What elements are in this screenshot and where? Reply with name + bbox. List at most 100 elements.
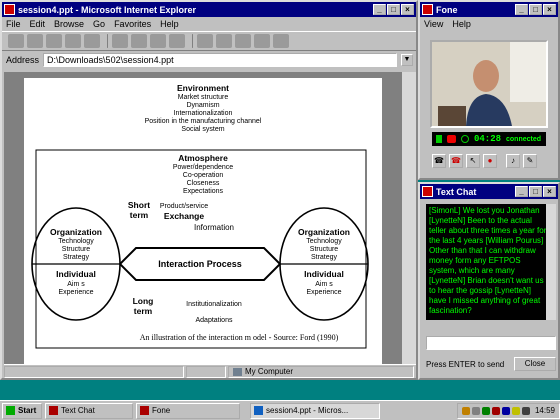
- left-ind-title: Individual: [56, 269, 96, 279]
- status-cell: [186, 365, 226, 378]
- environment-item: Social system: [181, 126, 225, 133]
- microphone-icon[interactable]: ♪: [506, 154, 520, 168]
- task-label: Fone: [152, 406, 171, 415]
- toolbar-separator: [107, 34, 108, 48]
- atmosphere-item: Co-operation: [182, 172, 224, 179]
- record-icon[interactable]: ●: [483, 154, 497, 168]
- task-text-chat[interactable]: Text Chat: [45, 402, 133, 419]
- menu-go[interactable]: Go: [93, 19, 105, 29]
- hangup-icon[interactable]: ☎: [449, 154, 463, 168]
- chat-log[interactable]: [SimonL] We lost you Jonathan [LynetteN]…: [426, 204, 552, 320]
- tray-icon[interactable]: [461, 406, 470, 415]
- stop-icon[interactable]: [46, 34, 62, 48]
- history-icon[interactable]: [150, 34, 166, 48]
- favorites-icon[interactable]: [131, 34, 147, 48]
- font-icon[interactable]: [254, 34, 270, 48]
- maximize-button[interactable]: □: [529, 4, 542, 15]
- mail-icon[interactable]: [216, 34, 232, 48]
- left-org-item: Technology: [58, 238, 94, 245]
- chat-input[interactable]: [426, 336, 556, 350]
- chat-titlebar[interactable]: Text Chat _ □ ×: [420, 184, 558, 199]
- slide: Environment Market structure Dynamism In…: [24, 78, 382, 364]
- refresh-icon[interactable]: [65, 34, 81, 48]
- chat-app-icon: [422, 186, 433, 197]
- tray-icon[interactable]: [491, 406, 500, 415]
- tray-icon[interactable]: [501, 406, 510, 415]
- chat-title: Text Chat: [436, 186, 477, 197]
- left-ind-item: Experience: [58, 289, 94, 296]
- adaptation-item: Institutionalization: [186, 301, 242, 308]
- minimize-button[interactable]: _: [515, 4, 528, 15]
- address-dropdown-icon[interactable]: ▼: [401, 54, 413, 66]
- close-button[interactable]: ×: [543, 186, 556, 197]
- chat-scrollbar[interactable]: [546, 204, 556, 320]
- start-button[interactable]: Start: [2, 402, 42, 419]
- menu-file[interactable]: File: [6, 19, 21, 29]
- address-input[interactable]: D:\Downloads\502\session4.ppt: [43, 53, 397, 67]
- fone-app-icon: [140, 406, 149, 415]
- pointer-icon[interactable]: ↖: [466, 154, 480, 168]
- right-org-title: Organization: [298, 227, 350, 237]
- right-ind-title: Individual: [304, 269, 344, 279]
- volume-icon[interactable]: [521, 406, 530, 415]
- menu-help[interactable]: Help: [160, 19, 179, 29]
- menu-browse[interactable]: Browse: [54, 19, 84, 29]
- close-chat-button[interactable]: Close: [514, 357, 556, 371]
- fullscreen-icon[interactable]: [197, 34, 213, 48]
- send-hint: Press ENTER to send: [426, 359, 505, 369]
- short-term-label: Short term: [127, 200, 151, 220]
- tray-icon[interactable]: [471, 406, 480, 415]
- call-timer: 04:28: [474, 134, 502, 144]
- print-icon[interactable]: [235, 34, 251, 48]
- edit-icon[interactable]: [273, 34, 289, 48]
- back-icon[interactable]: [8, 34, 24, 48]
- right-ind-item: Aim s: [315, 281, 333, 288]
- menu-help[interactable]: Help: [452, 19, 471, 29]
- status-message: [4, 365, 184, 378]
- fone-title: Fone: [436, 4, 458, 15]
- home-icon[interactable]: [84, 34, 100, 48]
- channels-icon[interactable]: [169, 34, 185, 48]
- page-viewport: Environment Market structure Dynamism In…: [4, 72, 402, 364]
- atmosphere-item: Power/dependence: [172, 164, 234, 171]
- menu-edit[interactable]: Edit: [30, 19, 46, 29]
- menu-favorites[interactable]: Favorites: [114, 19, 151, 29]
- system-tray: 14:59: [456, 402, 560, 419]
- start-label: Start: [18, 406, 37, 415]
- menu-view[interactable]: View: [424, 19, 443, 29]
- task-session4[interactable]: session4.ppt - Micros...: [250, 402, 380, 419]
- exchange-product: Product/service: [159, 203, 209, 210]
- status-zone: My Computer: [228, 365, 414, 378]
- dial-icon[interactable]: ☎: [432, 154, 446, 168]
- settings-icon[interactable]: ✎: [523, 154, 537, 168]
- left-org-item: Strategy: [62, 254, 90, 261]
- task-label: session4.ppt - Micros...: [266, 406, 349, 415]
- fone-app-icon: [422, 4, 433, 15]
- status-zone-label: My Computer: [245, 367, 294, 376]
- minimize-button[interactable]: _: [373, 4, 386, 15]
- maximize-button[interactable]: □: [387, 4, 400, 15]
- fone-titlebar[interactable]: Fone _ □ ×: [420, 2, 558, 17]
- task-fone[interactable]: Fone: [136, 402, 240, 419]
- call-status-bar: 04:28 connected: [432, 132, 546, 146]
- search-icon[interactable]: [112, 34, 128, 48]
- chat-app-icon: [49, 406, 58, 415]
- tray-icon[interactable]: [511, 406, 520, 415]
- ie-title: session4.ppt - Microsoft Internet Explor…: [18, 4, 197, 15]
- long-term-label: Long term: [132, 296, 154, 316]
- tray-icon[interactable]: [481, 406, 490, 415]
- process-label: Interaction Process: [158, 259, 242, 269]
- maximize-button[interactable]: □: [529, 186, 542, 197]
- adaptation-item: Adaptations: [195, 317, 233, 324]
- close-button[interactable]: ×: [543, 4, 556, 15]
- chat-footer: Press ENTER to send Close: [426, 356, 556, 372]
- vertical-scrollbar[interactable]: [402, 72, 416, 364]
- forward-icon[interactable]: [27, 34, 43, 48]
- close-button[interactable]: ×: [401, 4, 414, 15]
- environment-item: Market structure: [177, 94, 229, 101]
- text-chat-window: Text Chat _ □ × [SimonL] We lost you Jon…: [418, 182, 560, 380]
- minimize-button[interactable]: _: [515, 186, 528, 197]
- video-frame: [432, 42, 546, 126]
- ie-titlebar[interactable]: session4.ppt - Microsoft Internet Explor…: [2, 2, 416, 17]
- right-org-item: Structure: [309, 246, 339, 253]
